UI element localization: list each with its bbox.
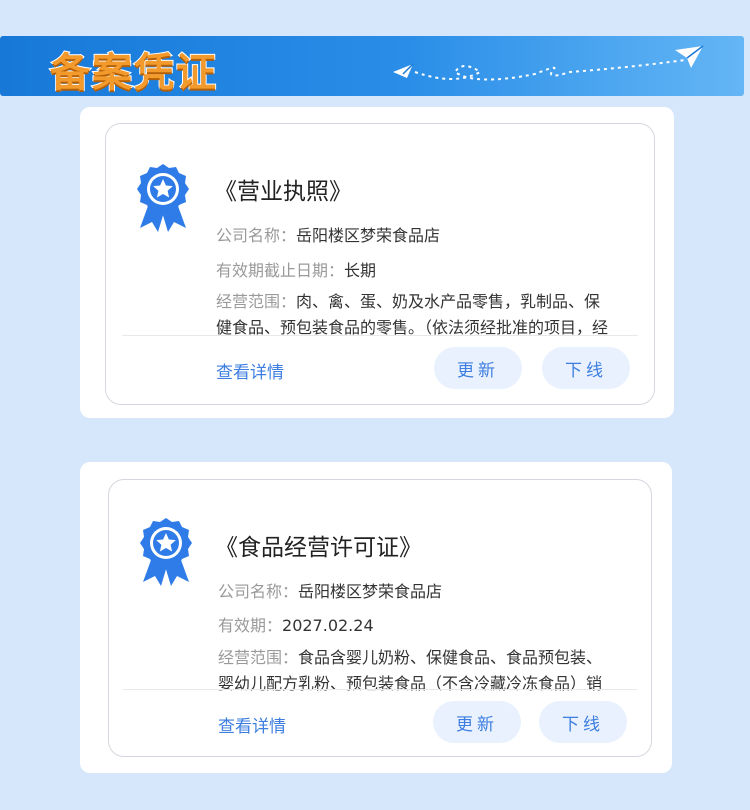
offline-button[interactable]: 下线: [539, 701, 627, 743]
card-divider: [122, 335, 638, 336]
card-title: 《营业执照》: [214, 179, 352, 205]
validity-label: 有效期：: [218, 616, 283, 635]
company-name-label: 公司名称：: [216, 226, 297, 245]
food-license-card: 《食品经营许可证》 公司名称：岳阳楼区梦荣食品店 有效期：2027.02.24 …: [108, 479, 652, 757]
company-name-value: 岳阳楼区梦荣食品店: [296, 226, 441, 245]
update-button[interactable]: 更新: [434, 347, 522, 389]
business-scope: 经营范围：食品含婴儿奶粉、保健食品、食品预包装、婴幼儿配方乳粉、预包装食品（不含…: [218, 645, 610, 691]
company-name-row: 公司名称：岳阳楼区梦荣食品店: [218, 578, 442, 602]
offline-button[interactable]: 下线: [542, 347, 630, 389]
business-license-card: 《营业执照》 公司名称：岳阳楼区梦荣食品店 有效期截止日期：长期 经营范围：肉、…: [105, 123, 655, 405]
validity-label: 有效期截止日期：: [216, 261, 345, 280]
page-title: 备案凭证: [49, 49, 218, 97]
business-scope-label: 经营范围：: [216, 292, 297, 311]
award-badge-icon: [137, 164, 189, 232]
validity-value: 长期: [344, 261, 377, 280]
card-divider: [123, 689, 637, 690]
paper-plane-icon: [393, 45, 704, 81]
validity-value: 2027.02.24: [282, 616, 374, 635]
company-name-value: 岳阳楼区梦荣食品店: [298, 582, 443, 601]
validity-row: 有效期截止日期：长期: [216, 257, 376, 281]
award-badge-icon: [140, 518, 192, 586]
header-banner: 备案凭证: [0, 36, 744, 97]
business-scope: 经营范围：肉、禽、蛋、奶及水产品零售，乳制品、保健食品、预包装食品的零售。（依法…: [216, 289, 614, 335]
company-name-label: 公司名称：: [218, 582, 299, 601]
company-name-row: 公司名称：岳阳楼区梦荣食品店: [216, 222, 440, 246]
view-details-link[interactable]: 查看详情: [218, 712, 286, 737]
update-button[interactable]: 更新: [433, 701, 521, 743]
view-details-link[interactable]: 查看详情: [216, 358, 284, 383]
business-scope-label: 经营范围：: [218, 648, 299, 667]
card-title: 《食品经营许可证》: [215, 535, 422, 561]
validity-row: 有效期：2027.02.24: [218, 612, 374, 636]
